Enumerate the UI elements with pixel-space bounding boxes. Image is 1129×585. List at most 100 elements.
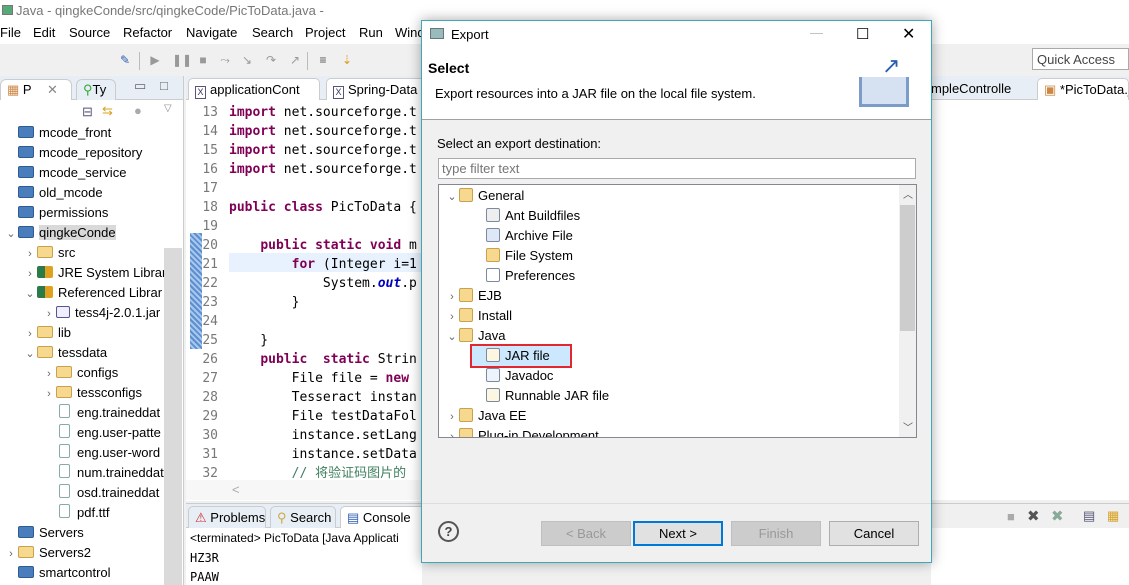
- link-with-editor-icon[interactable]: ⇆: [102, 103, 113, 119]
- code-line[interactable]: 24: [186, 312, 422, 331]
- step-return-icon[interactable]: ↗: [288, 53, 302, 67]
- tree-item[interactable]: › Servers2: [4, 543, 91, 563]
- tree-item[interactable]: › JRE System Librar: [23, 263, 166, 283]
- scroll-lock-icon[interactable]: ▦: [1107, 508, 1119, 524]
- scrollbar-thumb[interactable]: [164, 248, 182, 585]
- minimize-icon[interactable]: ▭: [134, 78, 146, 94]
- chevron-down-icon[interactable]: ⌄: [445, 327, 459, 347]
- tree-item[interactable]: › src: [23, 243, 75, 263]
- chevron-right-icon[interactable]: ›: [23, 324, 37, 344]
- code-line[interactable]: 17: [186, 179, 422, 198]
- chevron-right-icon[interactable]: ›: [4, 544, 18, 564]
- menu-source[interactable]: Source: [69, 25, 110, 40]
- finish-button[interactable]: Finish: [731, 521, 821, 546]
- tab-problems[interactable]: ⚠ Problems: [188, 506, 266, 528]
- filter-input[interactable]: [438, 158, 916, 179]
- chevron-down-icon[interactable]: ⌄: [445, 187, 459, 207]
- destination-item[interactable]: Preferences: [472, 266, 575, 286]
- chevron-right-icon[interactable]: ›: [445, 287, 459, 307]
- menu-navigate[interactable]: Navigate: [186, 25, 237, 40]
- destination-item[interactable]: ⌄ Java: [445, 326, 505, 346]
- code-line[interactable]: 23 }: [186, 293, 422, 312]
- close-icon[interactable]: ✕: [47, 82, 58, 97]
- chevron-right-icon[interactable]: ›: [23, 264, 37, 284]
- resume-icon[interactable]: ▶: [148, 53, 162, 67]
- code-line[interactable]: 15 import net.sourceforge.t: [186, 141, 422, 160]
- tree-item[interactable]: ⌄ Referenced Librar: [23, 283, 162, 303]
- cancel-button[interactable]: Cancel: [829, 521, 919, 546]
- vertical-scrollbar[interactable]: ︿ ﹀: [899, 185, 916, 437]
- destination-item[interactable]: › Plug-in Development: [445, 426, 599, 437]
- close-icon[interactable]: ✕: [902, 24, 915, 44]
- code-line[interactable]: 26 public static Strin: [186, 350, 422, 369]
- view-menu-icon[interactable]: ▽: [164, 103, 172, 114]
- code-line[interactable]: 22 System.out.p: [186, 274, 422, 293]
- next-button[interactable]: Next >: [633, 521, 723, 546]
- skip-breakpoints-icon[interactable]: ✎: [118, 53, 132, 67]
- tree-item[interactable]: › tess4j-2.0.1.jar: [42, 303, 160, 323]
- tree-item[interactable]: › configs: [42, 363, 118, 383]
- chevron-down-icon[interactable]: ⌄: [23, 284, 37, 304]
- menu-run[interactable]: Run: [359, 25, 383, 40]
- tree-item[interactable]: smartcontrol: [4, 563, 111, 583]
- remove-all-terminated-icon[interactable]: ✖: [1051, 507, 1064, 525]
- terminate-icon[interactable]: ■: [196, 53, 210, 67]
- tree-item[interactable]: Servers: [4, 523, 84, 543]
- tab-type-hierarchy[interactable]: ⚲Ty: [76, 79, 116, 100]
- tab-application-context[interactable]: XapplicationCont: [188, 78, 320, 100]
- tab-search[interactable]: ⚲ Search: [270, 506, 336, 528]
- tree-item[interactable]: eng.user-patte: [42, 423, 161, 443]
- destination-item[interactable]: ⌄ General: [445, 186, 524, 206]
- destination-item[interactable]: JAR file: [470, 344, 572, 368]
- code-line[interactable]: 28 Tesseract instan: [186, 388, 422, 407]
- code-line[interactable]: 25 }: [186, 331, 422, 350]
- code-line[interactable]: 14 import net.sourceforge.t: [186, 122, 422, 141]
- remove-launch-icon[interactable]: ✖: [1027, 507, 1040, 525]
- menu-edit[interactable]: Edit: [33, 25, 55, 40]
- code-line[interactable]: 18 public class PicToData {: [186, 198, 422, 217]
- tab-package-explorer[interactable]: ▦ P ✕: [0, 79, 72, 100]
- code-line[interactable]: 30 instance.setLang: [186, 426, 422, 445]
- destination-item[interactable]: Ant Buildfiles: [472, 206, 580, 226]
- back-button[interactable]: < Back: [541, 521, 631, 546]
- minimize-icon[interactable]: —: [810, 25, 823, 40]
- menu-search[interactable]: Search: [252, 25, 293, 40]
- tree-item[interactable]: eng.user-word: [42, 443, 160, 463]
- tree-item[interactable]: › lib: [23, 323, 71, 343]
- scroll-up-icon[interactable]: ︿: [903, 186, 913, 201]
- use-step-filters-icon[interactable]: ⇣: [340, 53, 354, 67]
- step-into-icon[interactable]: ↘: [240, 53, 254, 67]
- tab-java-file[interactable]: ▣ *PicToData.j: [1037, 78, 1129, 100]
- chevron-right-icon[interactable]: ›: [42, 364, 56, 384]
- chevron-right-icon[interactable]: ›: [445, 427, 459, 437]
- code-line[interactable]: 29 File testDataFol: [186, 407, 422, 426]
- chevron-right-icon[interactable]: ›: [42, 384, 56, 404]
- destination-item[interactable]: File System: [472, 246, 573, 266]
- focus-icon[interactable]: ●: [134, 103, 142, 118]
- step-over-icon[interactable]: ↷: [264, 53, 278, 67]
- destination-item[interactable]: Runnable JAR file: [472, 386, 609, 406]
- tree-item[interactable]: › tessconfigs: [42, 383, 142, 403]
- menu-file[interactable]: File: [0, 25, 21, 40]
- tree-item[interactable]: num.traineddat: [42, 463, 164, 483]
- tree-item[interactable]: mcode_front: [4, 123, 111, 143]
- code-line[interactable]: 31 instance.setData: [186, 445, 422, 464]
- terminate-icon[interactable]: ■: [1007, 509, 1015, 524]
- destination-item[interactable]: Javadoc: [472, 366, 553, 386]
- code-line[interactable]: 21 for (Integer i=1: [186, 255, 422, 274]
- chevron-down-icon[interactable]: ⌄: [4, 224, 18, 244]
- destination-item[interactable]: › Java EE: [445, 406, 526, 426]
- chevron-right-icon[interactable]: ›: [445, 407, 459, 427]
- scrollbar-thumb[interactable]: [900, 205, 915, 331]
- chevron-right-icon[interactable]: ›: [445, 307, 459, 327]
- code-line[interactable]: 27 File file = new: [186, 369, 422, 388]
- suspend-icon[interactable]: ❚❚: [172, 53, 192, 67]
- clear-console-icon[interactable]: ▤: [1083, 508, 1095, 524]
- quick-access-input[interactable]: Quick Access: [1032, 48, 1129, 70]
- maximize-icon[interactable]: □: [160, 78, 168, 93]
- tree-item[interactable]: permissions: [4, 203, 108, 223]
- tree-item[interactable]: ⌄ tessdata: [23, 343, 107, 363]
- chevron-right-icon[interactable]: ›: [23, 244, 37, 264]
- tree-item[interactable]: mcode_repository: [4, 143, 142, 163]
- destination-item[interactable]: Archive File: [472, 226, 573, 246]
